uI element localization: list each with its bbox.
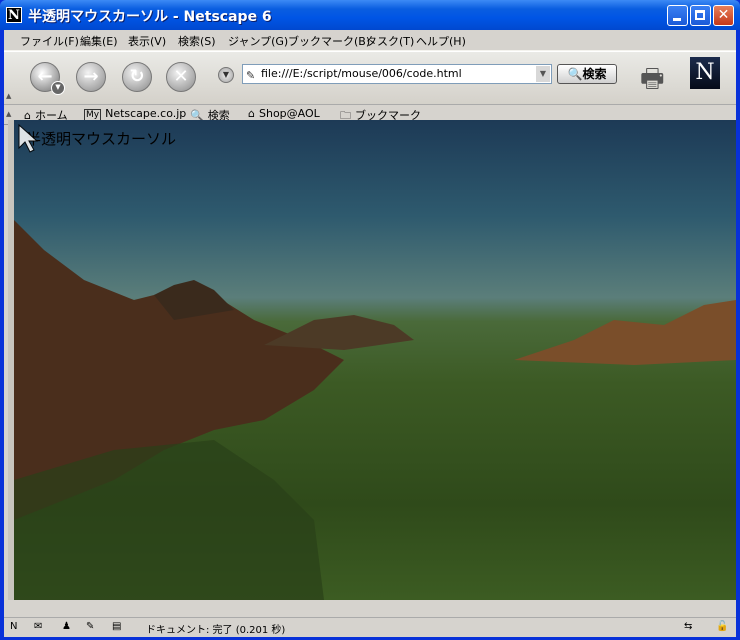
page-content: 半透明マウスカーソル [14,120,736,600]
window-title: 半透明マウスカーソル - Netscape 6 [28,9,272,25]
page-proxy-icon[interactable]: ✎ [246,67,255,83]
status-text: ドキュメント: 完了 (0.201 秒) [146,625,286,636]
search-button[interactable]: 🔍検索 [557,64,617,84]
back-button[interactable]: ← ▼ [30,62,65,95]
security-lock-icon[interactable]: 🔓 [716,621,728,632]
shop-icon: ⌂ [248,107,255,120]
print-icon[interactable]: 🖶 [640,60,665,104]
client-area: ファイル(F) 編集(E) 表示(V) 検索(S) ジャンプ(G) ブックマーク… [4,30,736,637]
mountain-right [514,300,736,365]
personal-item-label: Netscape.co.jp [105,107,187,120]
url-dropdown-icon[interactable]: ▼ [536,66,550,82]
stop-button[interactable]: ✕ [166,62,196,92]
status-bar: N ✉ ♟ ✎ ▤ ドキュメント: 完了 (0.201 秒) ⇆ 🔓 [4,617,736,637]
url-field[interactable]: ✎ file:///E:/script/mouse/006/code.html … [242,64,552,84]
back-dropdown-icon[interactable]: ▼ [51,81,65,95]
maximize-button[interactable] [690,5,711,26]
aim-icon[interactable]: ♟ [62,621,71,632]
minimize-button[interactable] [667,5,688,26]
menu-tasks[interactable]: タスク(T) [366,33,414,49]
netscape-app-icon[interactable]: N [6,7,22,23]
toolbar-grip-icon[interactable]: ▲ [6,92,12,100]
menu-file[interactable]: ファイル(F) [20,33,79,49]
menu-edit[interactable]: 編集(E) [80,33,118,49]
composer-icon[interactable]: ✎ [86,621,94,632]
personal-item-label: Shop@AOL [258,107,320,120]
menu-search[interactable]: 検索(S) [178,33,216,49]
forward-button[interactable]: → [76,62,106,92]
online-status-icon[interactable]: ⇆ [684,621,692,632]
navigation-toolbar: ▲ ← ▼ → ↻ ✕ ▼ ✎ file:///E:/script/mouse/0… [4,51,736,105]
search-button-label: 検索 [582,67,607,81]
menu-go[interactable]: ジャンプ(G) [228,33,288,49]
mail-icon[interactable]: ✉ [34,621,42,632]
navigator-icon[interactable]: N [10,621,17,632]
menu-view[interactable]: 表示(V) [128,33,166,49]
url-history-icon[interactable]: ▼ [218,67,234,83]
menu-help[interactable]: ヘルプ(H) [416,33,466,49]
close-button[interactable]: ✕ [713,5,734,26]
personal-item-netscape[interactable]: My Netscape.co.jp [84,107,186,121]
menu-bookmarks[interactable]: ブックマーク(B) [288,33,370,49]
personal-toolbar-grip-icon[interactable]: ▲ [6,110,12,118]
background-landscape [14,220,736,600]
title-bar[interactable]: N 半透明マウスカーソル - Netscape 6 ✕ [0,0,740,30]
page-heading: 半透明マウスカーソル [26,130,177,148]
menu-bar: ファイル(F) 編集(E) 表示(V) 検索(S) ジャンプ(G) ブックマーク… [4,30,736,51]
reload-button[interactable]: ↻ [122,62,152,92]
browser-window: N 半透明マウスカーソル - Netscape 6 ✕ ファイル(F) 編集(E… [0,0,740,640]
translucent-cursor-icon [18,124,39,153]
url-text: file:///E:/script/mouse/006/code.html [261,67,462,80]
netscape-throbber-logo[interactable]: N [690,57,720,89]
addressbook-icon[interactable]: ▤ [112,621,121,632]
mountain-center [264,315,414,350]
personal-item-shop[interactable]: ⌂ Shop@AOL [248,107,320,120]
